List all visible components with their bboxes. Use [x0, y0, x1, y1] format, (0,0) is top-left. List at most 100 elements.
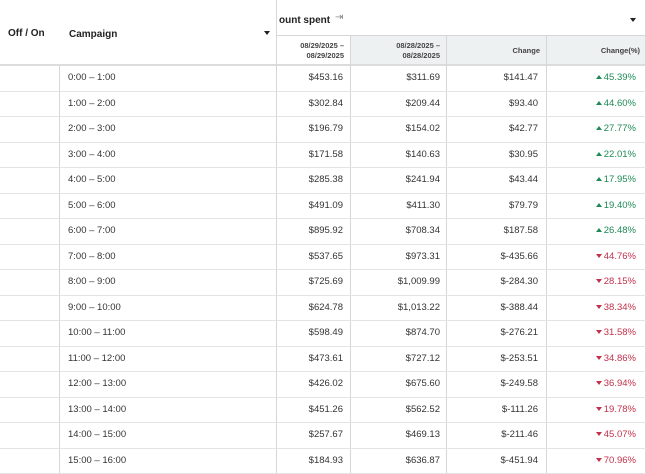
campaign-cell[interactable]: 3:00 – 4:00: [68, 143, 116, 168]
off-on-cell[interactable]: [0, 398, 60, 423]
off-on-cell[interactable]: [0, 194, 60, 219]
campaign-cell[interactable]: 2:00 – 3:00: [68, 117, 116, 142]
change-pct-cell: 44.76%: [548, 245, 636, 270]
off-on-cell[interactable]: [0, 347, 60, 372]
date-range-1-value: $453.16: [277, 66, 343, 91]
date-range-2-value: $562.52: [362, 398, 440, 423]
off-on-cell[interactable]: [0, 321, 60, 346]
campaign-cell[interactable]: 10:00 – 11:00: [68, 321, 125, 346]
change-pct-value: 19.40%: [604, 200, 636, 211]
date-range-1-value: $257.67: [277, 423, 343, 448]
table-row[interactable]: 12:00 – 13:00 $426.02 $675.60 $-249.58 3…: [0, 372, 646, 398]
campaign-cell[interactable]: 0:00 – 1:00: [68, 66, 116, 91]
off-on-column-header[interactable]: Off / On: [8, 28, 45, 39]
table-row[interactable]: 6:00 – 7:00 $895.92 $708.34 $187.58 26.4…: [0, 219, 646, 245]
off-on-cell[interactable]: [0, 92, 60, 117]
table-row[interactable]: 5:00 – 6:00 $491.09 $411.30 $79.79 19.40…: [0, 194, 646, 220]
trend-down-icon: [596, 432, 602, 436]
table-row[interactable]: 3:00 – 4:00 $171.58 $140.63 $30.95 22.01…: [0, 143, 646, 169]
table-row[interactable]: 14:00 – 15:00 $257.67 $469.13 $-211.46 4…: [0, 423, 646, 449]
change-pct-cell: 70.96%: [548, 449, 636, 474]
change-pct-cell: 45.39%: [548, 66, 636, 91]
change-header-label: Change: [512, 46, 540, 56]
off-on-cell[interactable]: [0, 423, 60, 448]
date-range-2-value: $675.60: [362, 372, 440, 397]
campaign-cell[interactable]: 8:00 – 9:00: [68, 270, 116, 295]
change-pct-value: 34.86%: [604, 353, 636, 364]
change-value: $-276.21: [455, 321, 538, 346]
amount-spent-group-header[interactable]: ount spent ⇥: [277, 0, 646, 36]
campaign-cell[interactable]: 12:00 – 13:00: [68, 372, 126, 397]
table-row[interactable]: 9:00 – 10:00 $624.78 $1,013.22 $-388.44 …: [0, 296, 646, 322]
column-resize-icon[interactable]: ⇥: [335, 12, 343, 23]
off-on-cell[interactable]: [0, 270, 60, 295]
date-range-1-value: $196.79: [277, 117, 343, 142]
table-row[interactable]: 2:00 – 3:00 $196.79 $154.02 $42.77 27.77…: [0, 117, 646, 143]
change-pct-value: 45.39%: [604, 72, 636, 83]
change-pct-cell: 17.95%: [548, 168, 636, 193]
date-range-1-header[interactable]: 08/29/2025 – 08/29/2025: [277, 36, 350, 66]
campaign-cell[interactable]: 5:00 – 6:00: [68, 194, 116, 219]
change-value: $30.95: [455, 143, 538, 168]
change-value: $-451.94: [455, 449, 538, 474]
campaign-cell[interactable]: 11:00 – 12:00: [68, 347, 125, 372]
date-range-1-value: $895.92: [277, 219, 343, 244]
table-row[interactable]: 11:00 – 12:00 $473.61 $727.12 $-253.51 3…: [0, 347, 646, 373]
campaign-cell[interactable]: 1:00 – 2:00: [68, 92, 116, 117]
campaign-cell[interactable]: 9:00 – 10:00: [68, 296, 121, 321]
date-range-1-value: $491.09: [277, 194, 343, 219]
date-range-2-value: $241.94: [362, 168, 440, 193]
off-on-cell[interactable]: [0, 449, 60, 474]
change-pct-value: 19.78%: [604, 404, 636, 415]
date-range-2-header[interactable]: 08/28/2025 – 08/28/2025: [350, 36, 446, 66]
date-range-2-value: $708.34: [362, 219, 440, 244]
campaign-sort-caret-icon[interactable]: [264, 31, 270, 35]
change-value: $93.40: [455, 92, 538, 117]
change-column-header[interactable]: Change: [446, 36, 546, 66]
date-range-2-value: $636.87: [362, 449, 440, 474]
trend-up-icon: [596, 228, 602, 232]
date-range-2-value: $209.44: [362, 92, 440, 117]
campaign-cell[interactable]: 15:00 – 16:00: [68, 449, 126, 474]
date-range-1-value: $598.49: [277, 321, 343, 346]
table-row[interactable]: 7:00 – 8:00 $537.65 $973.31 $-435.66 44.…: [0, 245, 646, 271]
change-pct-cell: 22.01%: [548, 143, 636, 168]
campaign-cell[interactable]: 7:00 – 8:00: [68, 245, 116, 270]
table-row[interactable]: 15:00 – 16:00 $184.93 $636.87 $-451.94 7…: [0, 449, 646, 474]
date-range-1-value: $171.58: [277, 143, 343, 168]
campaign-cell[interactable]: 13:00 – 14:00: [68, 398, 126, 423]
campaign-column-header[interactable]: Campaign: [69, 29, 117, 40]
off-on-cell[interactable]: [0, 143, 60, 168]
date-range-2-value: $874.70: [362, 321, 440, 346]
off-on-cell[interactable]: [0, 168, 60, 193]
change-value: $42.77: [455, 117, 538, 142]
amount-spent-header-label: ount spent: [279, 15, 330, 26]
off-on-cell[interactable]: [0, 66, 60, 91]
change-pct-cell: 26.48%: [548, 219, 636, 244]
date-range-1-value: $537.65: [277, 245, 343, 270]
off-on-cell[interactable]: [0, 219, 60, 244]
change-pct-column-header[interactable]: Change(%): [546, 36, 646, 66]
campaign-cell[interactable]: 4:00 – 5:00: [68, 168, 116, 193]
change-value: $-111.26: [455, 398, 538, 423]
amount-spent-dropdown-caret-icon[interactable]: [630, 18, 636, 22]
change-pct-value: 26.48%: [604, 225, 636, 236]
trend-down-icon: [596, 254, 602, 258]
campaign-cell[interactable]: 14:00 – 15:00: [68, 423, 126, 448]
trend-down-icon: [596, 305, 602, 309]
table-row[interactable]: 4:00 – 5:00 $285.38 $241.94 $43.44 17.95…: [0, 168, 646, 194]
change-pct-cell: 44.60%: [548, 92, 636, 117]
table-row[interactable]: 1:00 – 2:00 $302.84 $209.44 $93.40 44.60…: [0, 92, 646, 118]
table-row[interactable]: 0:00 – 1:00 $453.16 $311.69 $141.47 45.3…: [0, 66, 646, 92]
table-row[interactable]: 8:00 – 9:00 $725.69 $1,009.99 $-284.30 2…: [0, 270, 646, 296]
table-row[interactable]: 13:00 – 14:00 $451.26 $562.52 $-111.26 1…: [0, 398, 646, 424]
off-on-cell[interactable]: [0, 245, 60, 270]
date-range-1-value: $473.61: [277, 347, 343, 372]
off-on-cell[interactable]: [0, 372, 60, 397]
change-pct-cell: 36.94%: [548, 372, 636, 397]
change-value: $-435.66: [455, 245, 538, 270]
off-on-cell[interactable]: [0, 296, 60, 321]
campaign-cell[interactable]: 6:00 – 7:00: [68, 219, 116, 244]
table-row[interactable]: 10:00 – 11:00 $598.49 $874.70 $-276.21 3…: [0, 321, 646, 347]
off-on-cell[interactable]: [0, 117, 60, 142]
